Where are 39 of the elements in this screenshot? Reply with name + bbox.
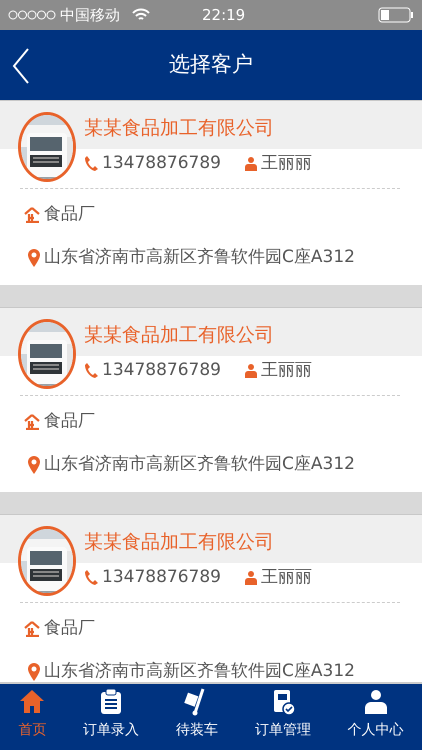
phone-number: 13478876789 [102, 566, 221, 588]
phone-icon [84, 362, 98, 378]
phone-number: 13478876789 [102, 152, 221, 174]
contact-name: 王丽丽 [260, 152, 312, 174]
home-icon [18, 688, 46, 716]
contact-name: 王丽丽 [260, 566, 312, 588]
page-title: 选择客户 [169, 51, 253, 78]
customer-card[interactable]: 某某食品加工有限公司 13478876789 王丽丽 食品厂 山东省济南市高新区齐鲁软件园C座A312 [0, 514, 422, 682]
tab-button[interactable]: 个人中心 [348, 684, 404, 750]
address: 山东省济南市高新区齐鲁软件园C座A312 [44, 453, 355, 476]
wifi-icon [132, 8, 150, 22]
person-icon [244, 156, 257, 171]
clock-time: 22:19 [202, 4, 246, 26]
phone-icon [84, 155, 98, 172]
company-type: 食品厂 [44, 203, 95, 226]
address: 山东省济南市高新区齐鲁软件园C座A312 [44, 246, 355, 270]
person-icon [244, 362, 257, 378]
back-icon[interactable] [12, 48, 30, 84]
tab-button[interactable]: 订单管理 [254, 684, 311, 750]
battery-icon [378, 7, 414, 23]
person-icon [244, 570, 257, 585]
company-name: 某某食品加工有限公司 [84, 530, 275, 555]
phone-number: 13478876789 [102, 358, 221, 382]
phone-icon [84, 569, 98, 586]
address: 山东省济南市高新区齐鲁软件园C座A312 [44, 660, 355, 682]
customer-card[interactable]: 某某食品加工有限公司 13478876789 王丽丽 食品厂 山东省济南市高新区齐鲁软件园C座A312 [0, 100, 422, 285]
location-icon [28, 663, 40, 681]
tab-button[interactable]: 待装车 [176, 684, 218, 750]
company-type: 食品厂 [44, 410, 95, 434]
contact-name: 王丽丽 [260, 358, 312, 382]
location-icon [28, 456, 40, 474]
tab-button[interactable]: 订单录入 [83, 684, 140, 750]
carrier-name: 中国移动 [60, 4, 120, 26]
company-name: 某某食品加工有限公司 [84, 323, 275, 348]
company-type: 食品厂 [44, 617, 95, 640]
customer-card[interactable]: 某某食品加工有限公司 13478876789 王丽丽 食品厂 山东省济南市高新区齐鲁软件园C座A312 [0, 307, 422, 492]
company-name: 某某食品加工有限公司 [84, 116, 275, 141]
location-icon [28, 249, 40, 267]
signal-icon [8, 10, 56, 20]
